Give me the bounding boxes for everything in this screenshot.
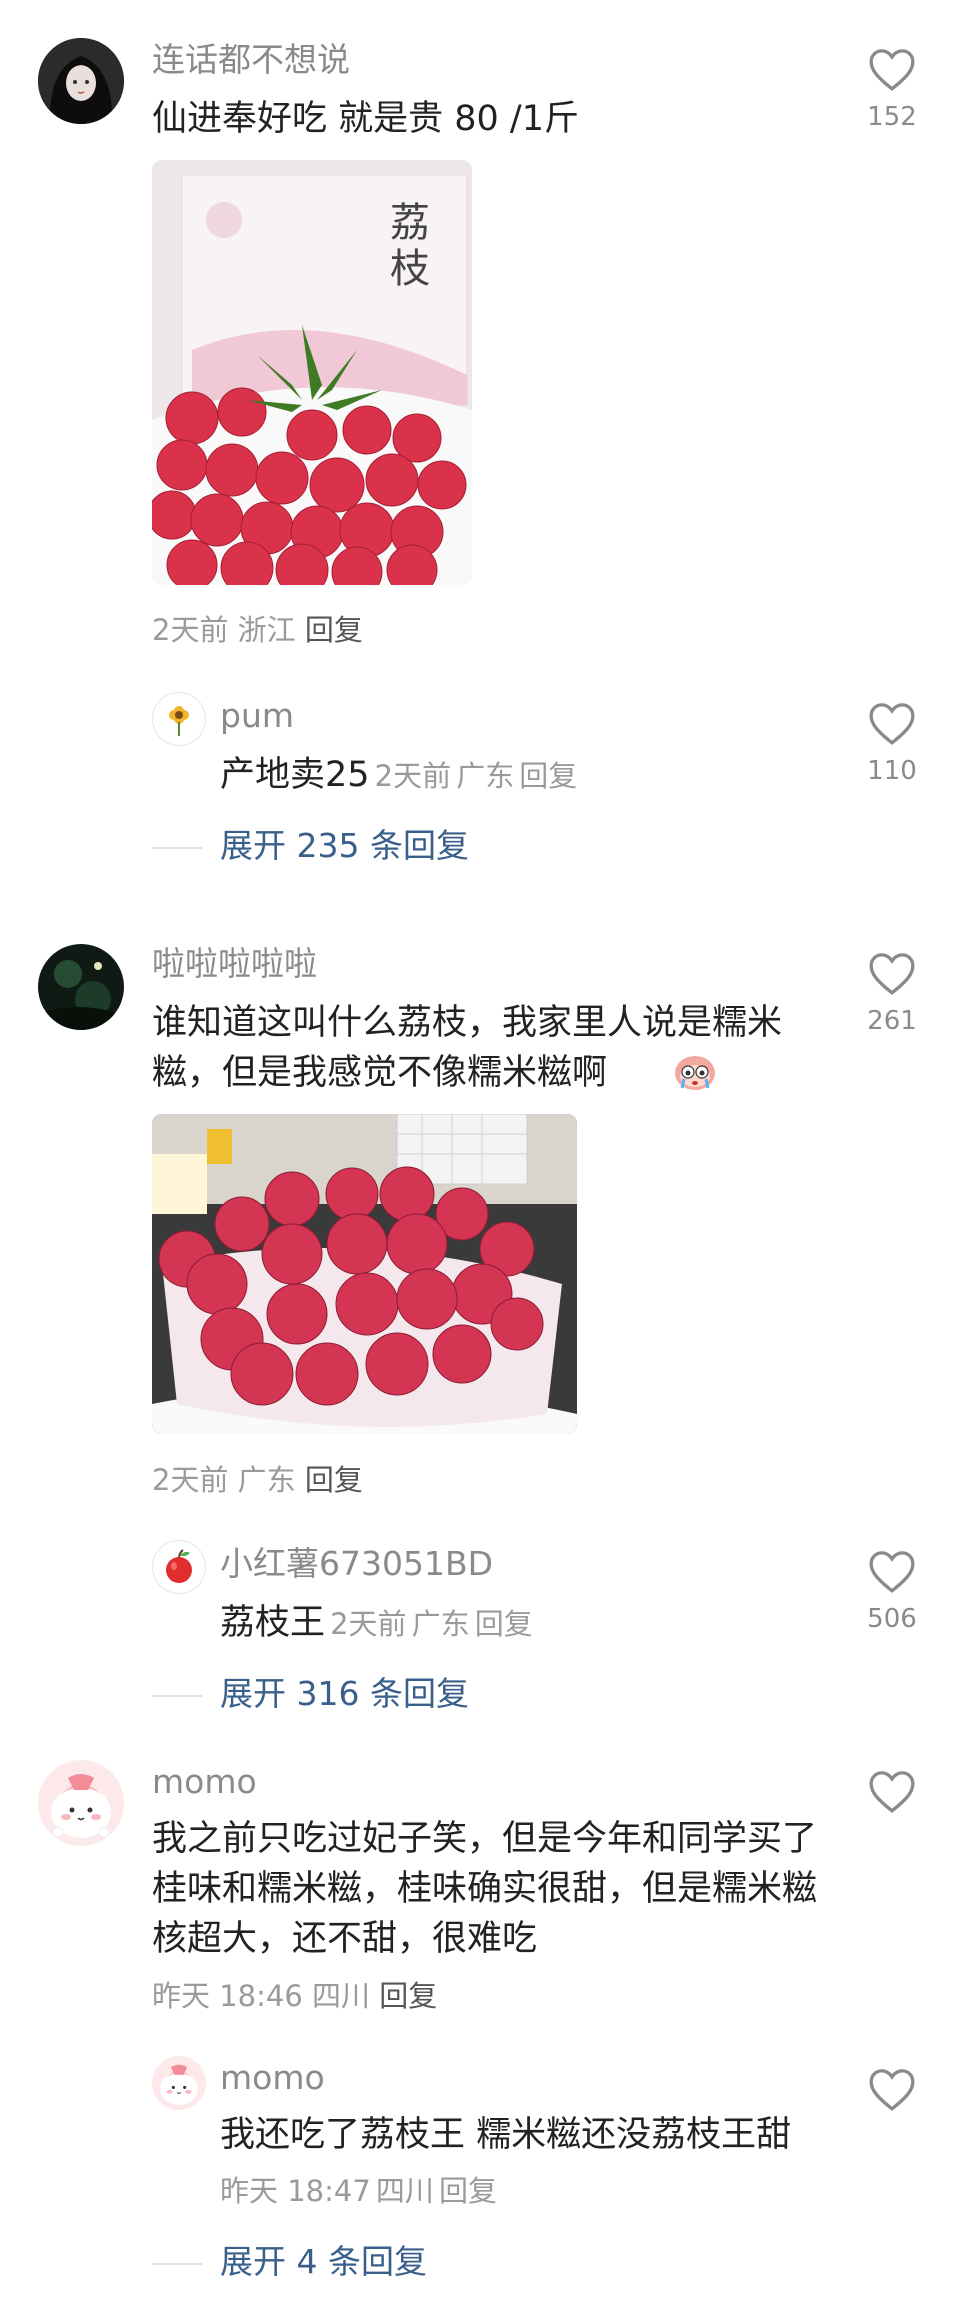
comment-meta: 2天前 浙江 回复 xyxy=(152,612,363,648)
comment-meta: 2天前 广东 回复 xyxy=(152,1462,363,1498)
comment-time: 2天前 xyxy=(152,613,229,647)
reply-button[interactable]: 回复 xyxy=(519,759,577,793)
reply-avatar[interactable] xyxy=(152,2056,206,2110)
like-count: 506 xyxy=(867,1604,917,1634)
like-count: 261 xyxy=(867,1006,917,1036)
reply-button[interactable]: 回复 xyxy=(305,613,363,647)
avatar[interactable] xyxy=(38,38,124,124)
expand-replies-button[interactable]: 展开 235 条回复 xyxy=(220,826,469,866)
reply-time: 2天前 xyxy=(374,759,452,793)
reply-location: 四川 xyxy=(375,2174,434,2208)
reply-username[interactable]: momo xyxy=(220,2058,325,2098)
reply-button[interactable]: 回复 xyxy=(475,1607,533,1641)
heart-icon xyxy=(869,953,915,995)
heart-icon xyxy=(869,703,915,745)
expand-divider xyxy=(152,2263,202,2265)
expand-divider xyxy=(152,1695,202,1697)
comment-text: 仙进奉好吃 就是贵 80 /1斤 xyxy=(152,99,579,139)
reply-time: 昨天 18:47 xyxy=(220,2174,371,2208)
reply-body: 产地卖25 2天前 广东 回复 xyxy=(220,750,577,800)
reply-username[interactable]: 小红薯673051BD xyxy=(220,1544,493,1584)
heart-icon xyxy=(869,49,915,91)
heart-icon xyxy=(869,1551,915,1593)
avatar[interactable] xyxy=(38,1760,124,1846)
box-label: 荔枝 xyxy=(390,200,430,292)
avatar[interactable] xyxy=(38,944,124,1030)
heart-icon xyxy=(869,1771,915,1813)
like-count: 110 xyxy=(867,756,917,786)
comment-time: 2天前 xyxy=(152,1463,229,1497)
reply-avatar[interactable] xyxy=(152,692,206,746)
comment-location: 四川 xyxy=(312,1979,371,2013)
reply-time: 2天前 xyxy=(330,1607,407,1641)
reply-button[interactable]: 回复 xyxy=(379,1979,437,2013)
reply-body: 荔枝王 2天前 广东 回复 xyxy=(220,1598,533,1648)
comment-username[interactable]: momo xyxy=(152,1762,257,1802)
expand-replies-button[interactable]: 展开 4 条回复 xyxy=(220,2242,427,2282)
comment-username[interactable]: 啦啦啦啦啦 xyxy=(152,944,317,984)
comment-text: 我之前只吃过妃子笑，但是今年和同学买了桂味和糯米糍，桂味确实很甜，但是糯米糍核超… xyxy=(152,1819,818,1959)
comment-meta: 昨天 18:46 四川 回复 xyxy=(152,1978,437,2014)
reply-button[interactable]: 回复 xyxy=(439,2174,497,2208)
cry-emoji-icon xyxy=(672,1048,718,1094)
comment-photo-lychee-bowl[interactable] xyxy=(152,1114,577,1434)
reply-text: 我还吃了荔枝王 糯米糍还没荔枝王甜 xyxy=(220,2115,792,2155)
reply-username[interactable]: pum xyxy=(220,696,294,736)
reply-text: 荔枝王 xyxy=(220,1603,326,1643)
comment-location: 浙江 xyxy=(237,613,296,647)
reply-text: 产地卖25 xyxy=(220,755,370,795)
like-button[interactable]: 261 xyxy=(862,950,922,1036)
comment-location: 广东 xyxy=(237,1463,296,1497)
reply-location: 广东 xyxy=(411,1607,470,1641)
reply-avatar[interactable] xyxy=(152,1540,206,1594)
like-button[interactable]: 110 xyxy=(862,700,922,786)
expand-divider xyxy=(152,847,202,849)
like-count: 152 xyxy=(867,102,917,132)
reply-button[interactable]: 回复 xyxy=(305,1463,363,1497)
expand-replies-button[interactable]: 展开 316 条回复 xyxy=(220,1674,469,1714)
comment-time: 昨天 18:46 xyxy=(152,1979,303,2013)
comment-photo-lychee-box[interactable]: 荔枝 xyxy=(152,160,472,585)
like-button[interactable]: 506 xyxy=(862,1548,922,1634)
reply-location: 广东 xyxy=(456,759,515,793)
like-button[interactable] xyxy=(862,1768,922,1824)
like-button[interactable]: 152 xyxy=(862,46,922,132)
reply-body: 我还吃了荔枝王 糯米糍还没荔枝王甜 昨天 18:47 四川 回复 xyxy=(220,2110,820,2221)
comment-username[interactable]: 连话都不想说 xyxy=(152,40,350,80)
heart-icon xyxy=(869,2069,915,2111)
like-button[interactable] xyxy=(862,2066,922,2122)
